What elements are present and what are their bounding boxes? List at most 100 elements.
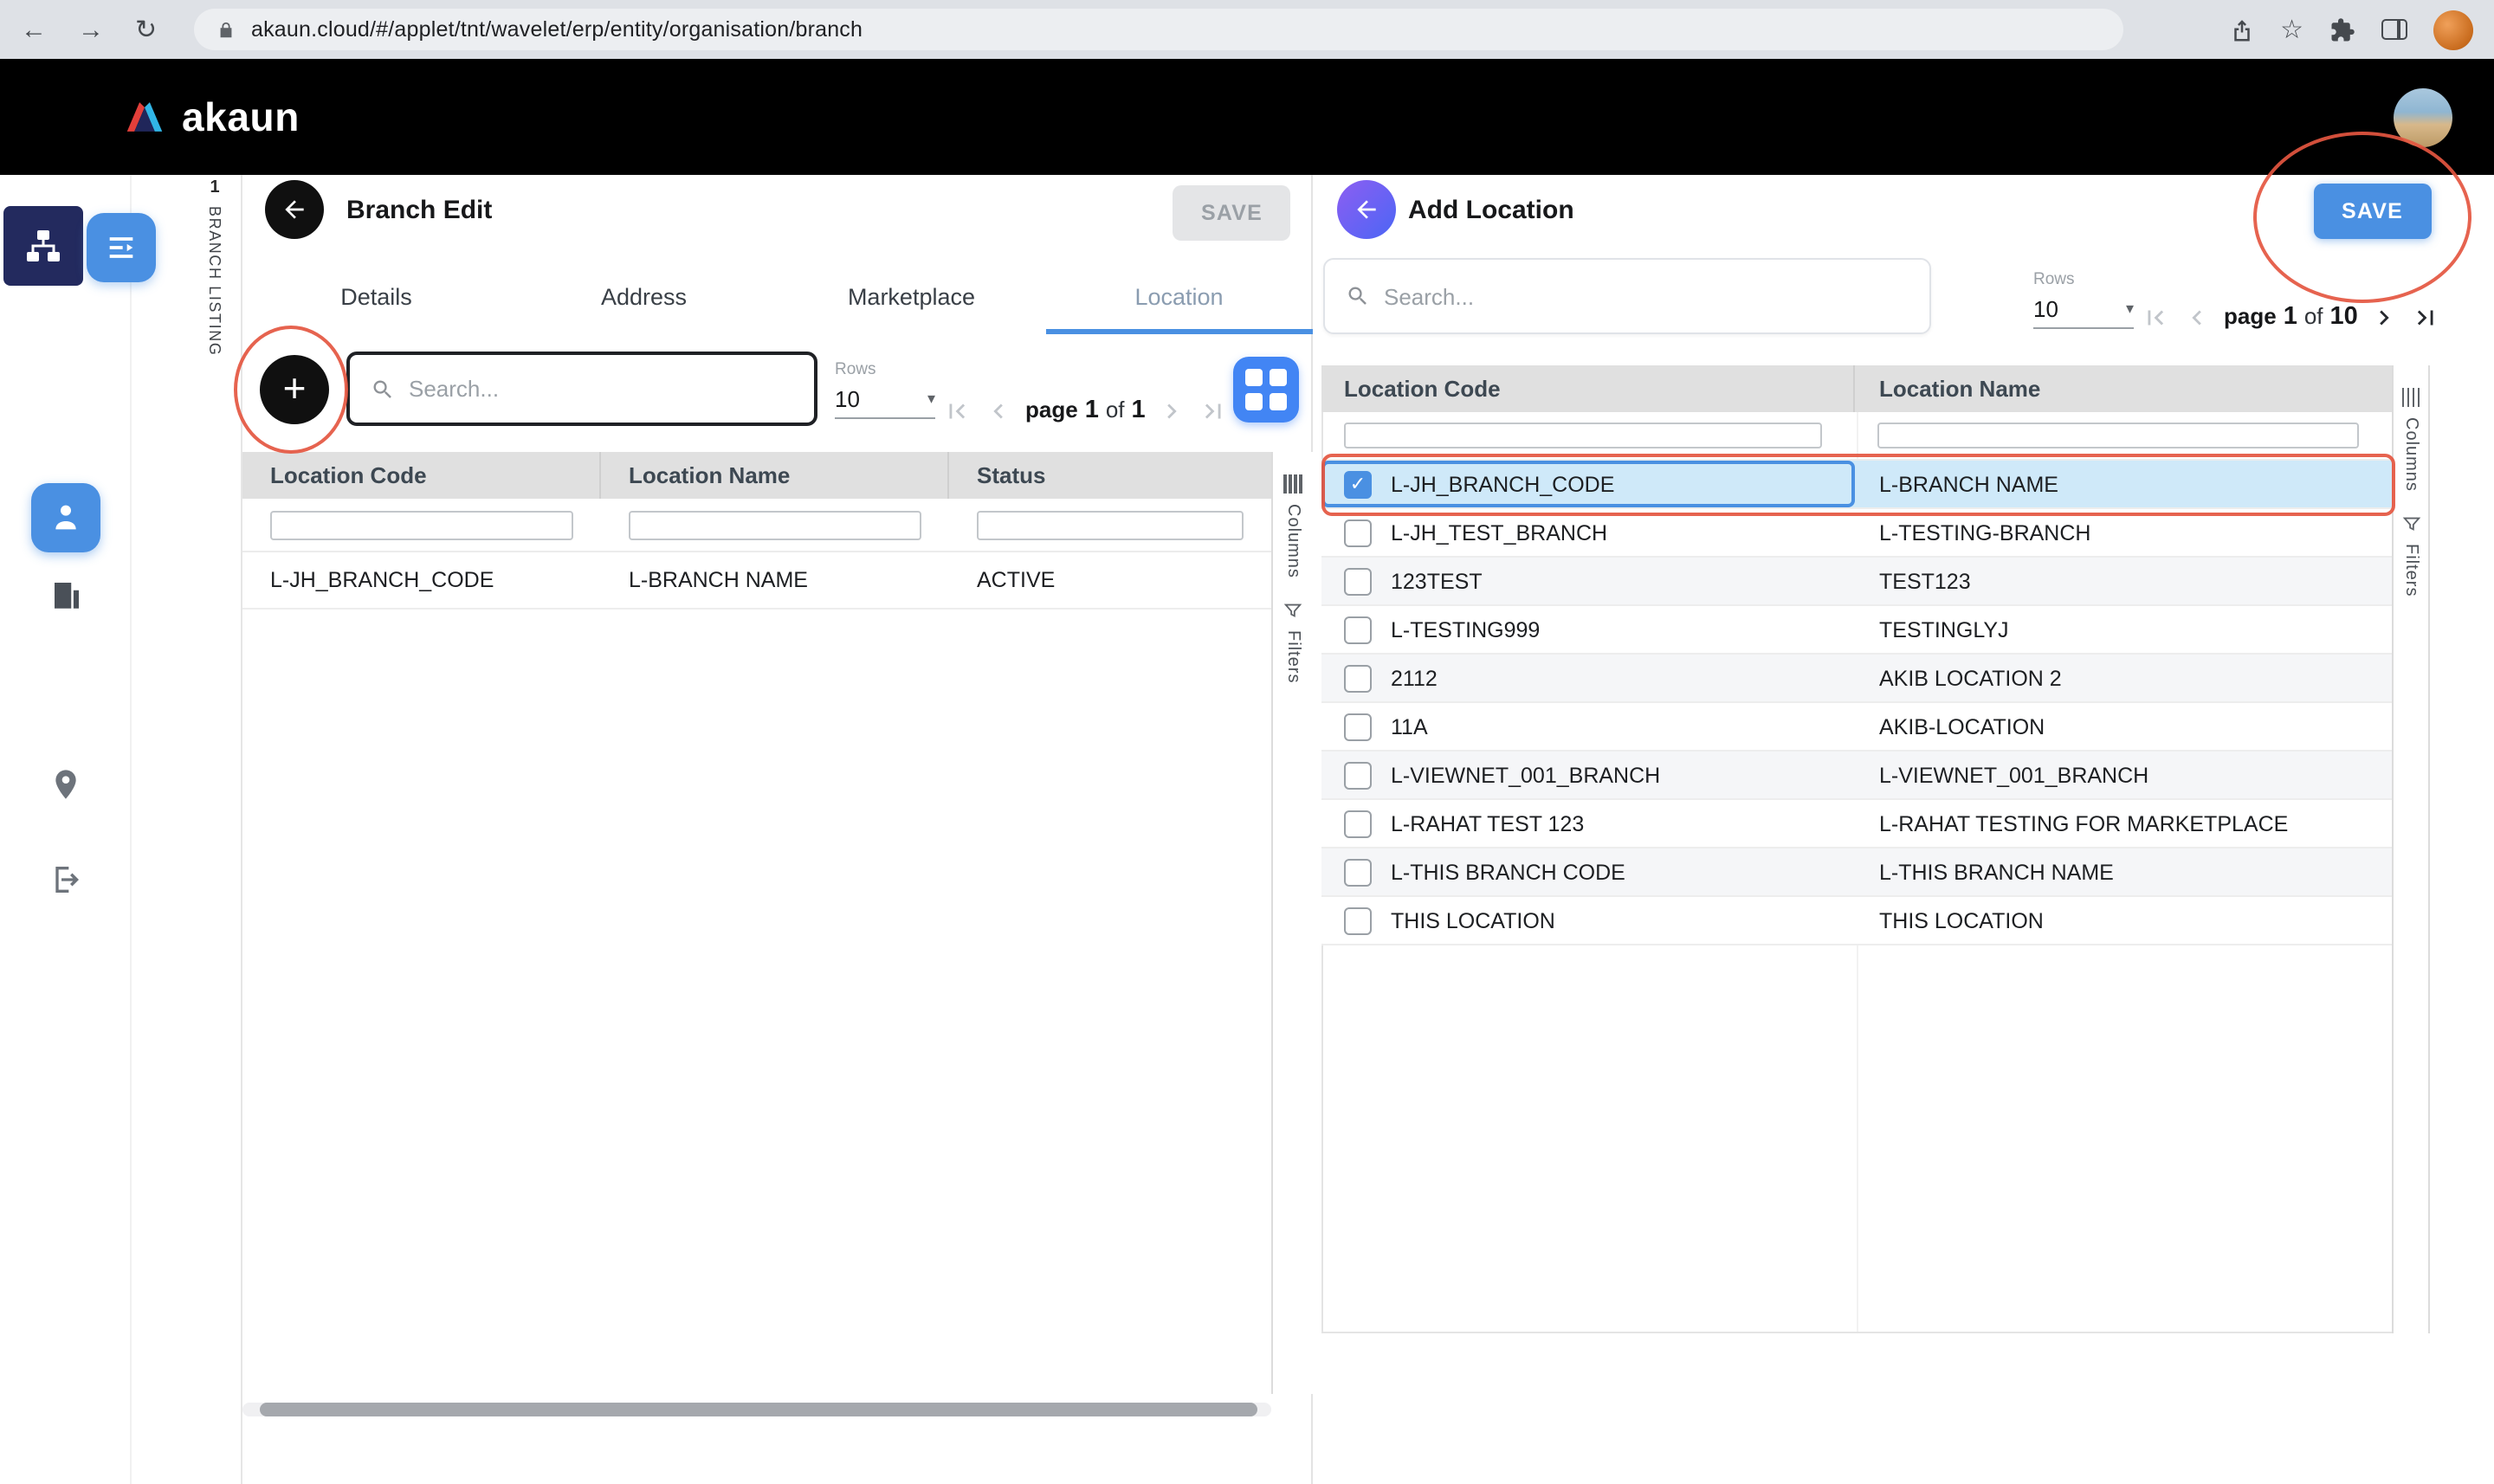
tab-address[interactable]: Address (510, 260, 778, 334)
rows-per-page-select[interactable]: Rows 10 ▾ (835, 360, 935, 419)
row-checkbox[interactable] (1344, 858, 1372, 886)
add-location-save-button[interactable]: SAVE (2314, 184, 2431, 239)
location-row[interactable]: 2112AKIB LOCATION 2 (1321, 655, 2392, 703)
horizontal-scrollbar-thumb[interactable] (260, 1403, 1257, 1416)
back-arrow-icon (281, 196, 308, 223)
browser-profile-avatar[interactable] (2433, 10, 2473, 49)
first-page-button[interactable] (942, 396, 972, 425)
user-avatar[interactable] (2394, 87, 2452, 146)
sidebar-item-location[interactable] (0, 767, 132, 802)
location-row[interactable]: L-VIEWNET_001_BRANCHL-VIEWNET_001_BRANCH (1321, 752, 2392, 800)
location-code-text: THIS LOCATION (1391, 908, 1555, 932)
table-cell: ACTIVE (949, 568, 1271, 592)
location-row[interactable]: ✓L-JH_BRANCH_CODEL-BRANCH NAME (1321, 461, 2392, 509)
location-row[interactable]: THIS LOCATIONTHIS LOCATION (1321, 897, 2392, 945)
person-icon (48, 500, 83, 535)
columns-toggle[interactable]: Columns (1273, 474, 1313, 578)
branch-edit-back-button[interactable] (265, 180, 324, 239)
branch-table-side-strip: Columns Filters (1271, 452, 1313, 1394)
row-checkbox[interactable] (1344, 616, 1372, 643)
sidebar-item-company[interactable] (0, 577, 132, 613)
last-page-button[interactable] (1199, 396, 1229, 425)
last-page-button[interactable] (2412, 302, 2441, 332)
exit-door-icon (48, 862, 83, 897)
column-header-location-name[interactable]: Location Name (601, 452, 949, 499)
browser-reload-icon[interactable]: ↻ (135, 16, 157, 42)
share-icon[interactable] (2228, 16, 2254, 42)
sidebar-item-branch-active[interactable] (31, 483, 100, 552)
sidebar-item-exit[interactable] (0, 862, 132, 897)
first-page-button[interactable] (2141, 302, 2170, 332)
columns-toggle[interactable]: Columns (2394, 388, 2428, 492)
location-row[interactable]: L-JH_TEST_BRANCHL-TESTING-BRANCH (1321, 509, 2392, 558)
app-header: akaun (0, 59, 2494, 175)
branch-edit-panel: Branch Edit SAVE Details Address Marketp… (242, 175, 1313, 1484)
column-header-location-name[interactable]: Location Name (1855, 365, 2392, 412)
location-code-text: L-JH_TEST_BRANCH (1391, 520, 1607, 545)
branch-edit-save-button[interactable]: SAVE (1173, 185, 1290, 241)
page-indicator: page 1 of 10 (2224, 303, 2358, 331)
next-page-button[interactable] (2370, 302, 2400, 332)
akaun-logo[interactable]: akaun (121, 94, 300, 140)
applet-tab-branch-listing[interactable]: 1 BRANCH LISTING (197, 178, 232, 356)
tab-location[interactable]: Location (1045, 260, 1313, 334)
location-row[interactable]: L-THIS BRANCH CODEL-THIS BRANCH NAME (1321, 848, 2392, 897)
extensions-puzzle-icon[interactable] (2329, 16, 2355, 42)
filter-location-code-input[interactable] (270, 510, 573, 539)
add-location-pagination: page 1 of 10 (2141, 293, 2441, 341)
location-row[interactable]: L-TESTING999TESTINGLYJ (1321, 606, 2392, 655)
add-location-back-button[interactable] (1337, 180, 1396, 239)
add-location-title: Add Location (1408, 196, 1574, 225)
filter-location-code-input[interactable] (1344, 423, 1822, 448)
bookmark-star-icon[interactable]: ☆ (2280, 16, 2303, 42)
row-checkbox[interactable] (1344, 907, 1372, 934)
browser-forward-icon[interactable]: → (78, 16, 104, 42)
funnel-icon (2401, 514, 2420, 533)
next-page-button[interactable] (1158, 396, 1187, 425)
prev-page-button[interactable] (2182, 302, 2212, 332)
location-code-cell: L-TESTING999 (1321, 606, 1855, 653)
org-chart-icon (23, 225, 64, 267)
row-checkbox[interactable] (1344, 664, 1372, 692)
location-row[interactable]: 11AAKIB-LOCATION (1321, 703, 2392, 752)
side-panel-icon[interactable] (2381, 19, 2407, 40)
filter-status-input[interactable] (977, 510, 1244, 539)
search-input[interactable] (1384, 283, 1909, 309)
tab-details[interactable]: Details (242, 260, 510, 334)
row-checkbox[interactable] (1344, 713, 1372, 740)
location-code-cell: L-JH_TEST_BRANCH (1321, 509, 1855, 556)
sidebar-item-organisation-applet[interactable] (3, 206, 83, 286)
filter-location-name-input[interactable] (1877, 423, 2359, 448)
sidebar-menu-toggle[interactable] (87, 213, 156, 282)
branch-edit-tabs: Details Address Marketplace Location (242, 260, 1313, 334)
rows-per-page-select[interactable]: Rows 10 ▾ (2033, 270, 2134, 329)
row-checkbox[interactable] (1344, 810, 1372, 837)
location-row[interactable]: L-RAHAT TEST 123L-RAHAT TESTING FOR MARK… (1321, 800, 2392, 848)
tab-marketplace[interactable]: Marketplace (778, 260, 1045, 334)
filters-toggle[interactable]: Filters (2394, 514, 2428, 597)
row-checkbox[interactable]: ✓ (1344, 470, 1372, 498)
branch-edit-title: Branch Edit (346, 196, 492, 225)
location-name-cell: AKIB-LOCATION (1855, 703, 2392, 750)
search-icon (1346, 284, 1370, 308)
column-header-location-code[interactable]: Location Code (1321, 365, 1855, 412)
table-row[interactable]: L-JH_BRANCH_CODEL-BRANCH NAMEACTIVE (242, 552, 1271, 610)
filter-location-name-input[interactable] (629, 510, 921, 539)
row-checkbox[interactable] (1344, 519, 1372, 546)
location-code-text: L-RAHAT TEST 123 (1391, 811, 1584, 836)
grid-view-button[interactable] (1233, 357, 1299, 423)
row-checkbox[interactable] (1344, 761, 1372, 789)
browser-back-icon[interactable]: ← (21, 16, 47, 42)
column-header-location-code[interactable]: Location Code (242, 452, 601, 499)
filters-toggle[interactable]: Filters (1273, 601, 1313, 683)
prev-page-button[interactable] (984, 396, 1013, 425)
dropdown-caret-icon: ▾ (2126, 300, 2134, 319)
search-input[interactable] (409, 376, 793, 402)
add-location-plus-button[interactable]: + (260, 355, 329, 424)
applet-tab-strip: 1 BRANCH LISTING (132, 175, 242, 1484)
address-bar[interactable]: akaun.cloud/#/applet/tnt/wavelet/erp/ent… (194, 9, 2123, 50)
row-checkbox[interactable] (1344, 567, 1372, 595)
column-header-status[interactable]: Status (949, 452, 1271, 499)
location-code-cell: L-RAHAT TEST 123 (1321, 800, 1855, 847)
location-row[interactable]: 123TESTTEST123 (1321, 558, 2392, 606)
